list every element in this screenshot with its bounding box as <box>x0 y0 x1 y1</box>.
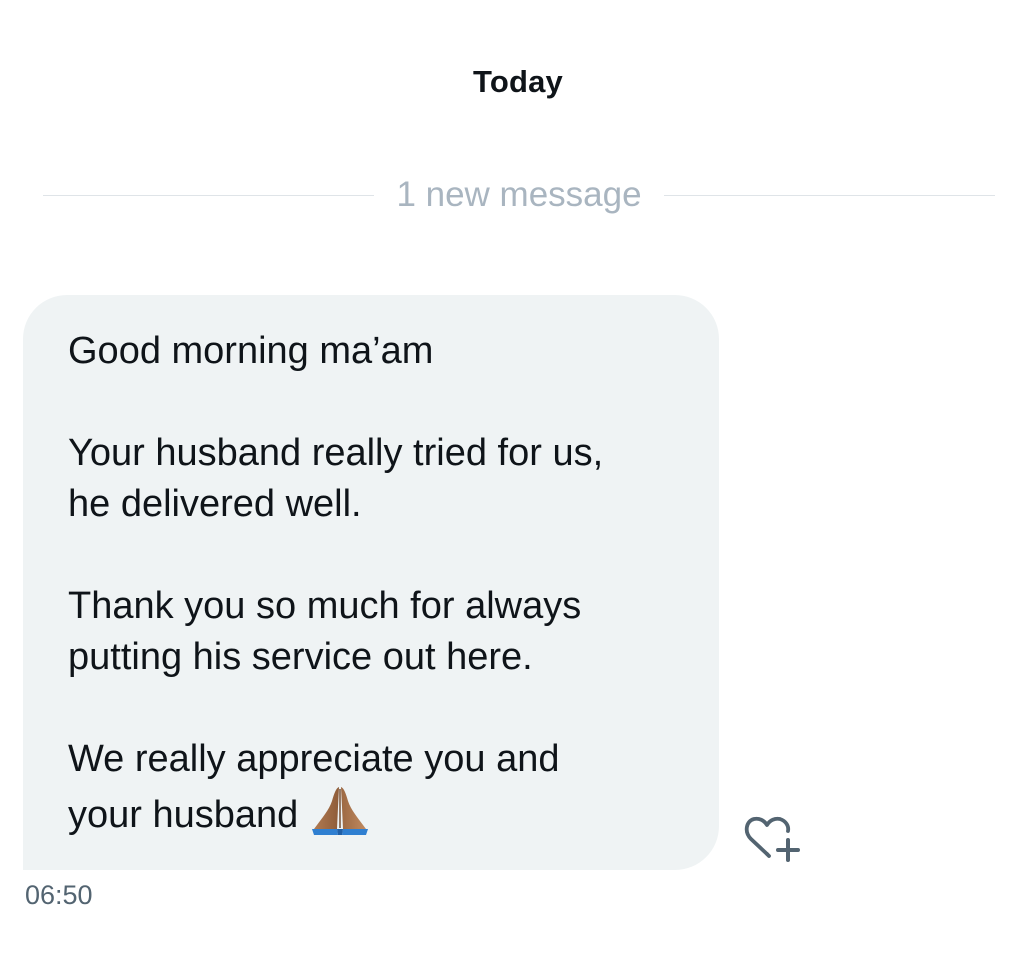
divider-line-right <box>663 194 996 196</box>
folded-hands-emoji-icon <box>310 785 370 851</box>
new-message-divider: 1 new message <box>43 172 996 218</box>
new-message-label: 1 new message <box>396 175 642 214</box>
add-reaction-button[interactable] <box>743 814 801 866</box>
message-timestamp: 06:50 <box>25 880 93 910</box>
message-line: he delivered well. <box>68 483 362 525</box>
message-last-line: your husband <box>68 785 689 836</box>
heart-plus-icon <box>743 816 801 870</box>
date-header: Today <box>473 64 563 99</box>
message-line: Your husband really tried for us, <box>68 432 604 474</box>
message-line: Good morning ma’am <box>68 330 434 372</box>
message-line: Thank you so much for always <box>68 585 582 627</box>
message-line-text: your husband <box>68 794 299 836</box>
message-bubble[interactable]: Good morning ma’am Your husband really t… <box>23 295 719 870</box>
message-line: We really appreciate you and <box>68 738 560 780</box>
divider-line-left <box>43 194 375 196</box>
message-line: putting his service out here. <box>68 636 533 678</box>
